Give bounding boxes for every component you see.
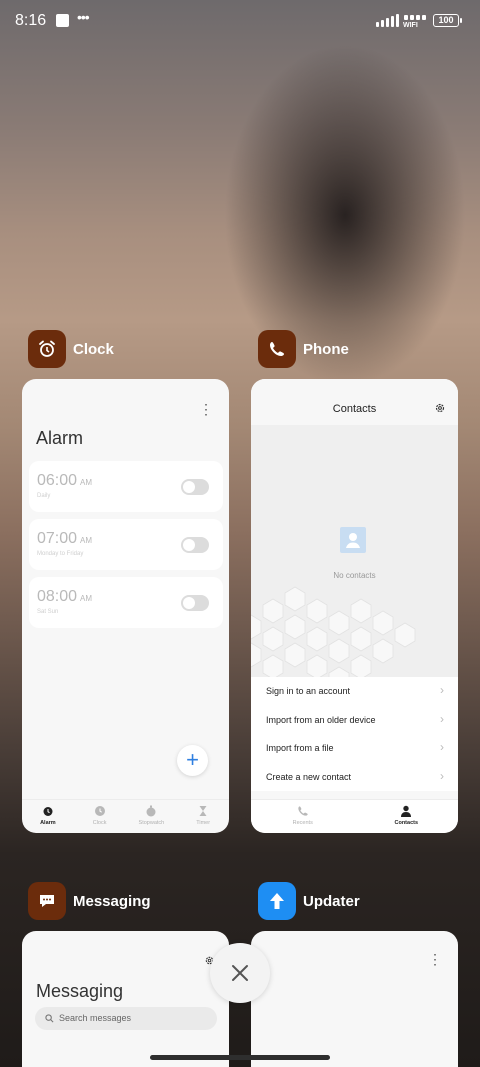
- home-gesture-bar[interactable]: [150, 1055, 330, 1060]
- wifi-label: WIFI: [403, 22, 418, 29]
- clock-app-title: Clock: [73, 340, 114, 358]
- alarm-item[interactable]: 08:00 AM Sat Sun: [29, 577, 223, 628]
- more-options-icon[interactable]: ⋮: [428, 951, 442, 968]
- tab-label: Contacts: [394, 820, 419, 826]
- close-icon: [232, 965, 248, 981]
- tab-timer[interactable]: Timer: [177, 800, 229, 833]
- alarm-ampm: AM: [80, 594, 93, 603]
- tab-alarm[interactable]: Alarm: [22, 800, 74, 833]
- menu-item-import-file[interactable]: Import from a file ›: [251, 734, 458, 763]
- no-contacts-icon: [340, 527, 366, 553]
- chevron-right-icon: ›: [440, 768, 444, 783]
- close-all-apps-button[interactable]: [210, 943, 270, 1003]
- tab-label: Stopwatch: [138, 820, 165, 826]
- add-alarm-button[interactable]: +: [177, 745, 208, 776]
- clock-tab-icon: [94, 806, 105, 816]
- messaging-app-title: Messaging: [73, 892, 151, 910]
- message-icon: [28, 882, 66, 920]
- chevron-right-icon: ›: [440, 740, 444, 754]
- phone-bottom-nav: Recents Contacts: [251, 799, 458, 833]
- messaging-screen-title: Messaging: [36, 981, 124, 1001]
- search-messages-input[interactable]: Search messages: [35, 1007, 217, 1030]
- contacts-title: Contacts: [332, 403, 377, 415]
- alarm-time: 06:00: [37, 472, 78, 489]
- alarm-tab-icon: [43, 807, 53, 816]
- contacts-empty-area: No contacts: [251, 425, 458, 677]
- messaging-app-card[interactable]: Messaging Search messages: [22, 931, 229, 1067]
- tab-label: Alarm: [40, 820, 56, 826]
- clock-app-card[interactable]: ⋮ Alarm 06:00 AM Daily 07:00 AM Monday to …: [22, 379, 229, 833]
- menu-item-label: Import from an older device: [266, 714, 376, 725]
- settings-gear-icon[interactable]: [434, 402, 446, 414]
- alarm-time: 08:00: [37, 588, 78, 605]
- contacts-options-menu: Sign in to an account › Import from an o…: [251, 677, 458, 791]
- more-options-icon[interactable]: ⋮: [199, 401, 213, 418]
- alarm-item[interactable]: 07:00 AM Monday to Friday: [29, 519, 223, 570]
- menu-item-label: Create a new contact: [266, 771, 352, 782]
- menu-item-sign-in[interactable]: Sign in to an account ›: [251, 677, 458, 706]
- tab-contacts[interactable]: Contacts: [355, 800, 459, 833]
- phone-app-title: Phone: [303, 340, 349, 358]
- alarm-repeat: Sat Sun: [37, 609, 59, 615]
- person-icon: [401, 805, 412, 817]
- phone-app-header[interactable]: Phone: [258, 330, 349, 368]
- phone-app-card[interactable]: Contacts No contacts Sign in to an accou…: [251, 379, 458, 833]
- updater-app-title: Updater: [303, 892, 360, 910]
- chevron-right-icon: ›: [440, 711, 444, 726]
- wifi-icon: [404, 13, 426, 20]
- menu-item-create-contact[interactable]: Create a new contact ›: [251, 763, 458, 792]
- contacts-header: Contacts: [251, 379, 458, 425]
- status-bar: 8:16 ••• WIFI 100: [0, 0, 480, 42]
- search-placeholder: Search messages: [59, 1013, 132, 1023]
- stopwatch-tab-icon: [146, 805, 156, 817]
- tab-clock[interactable]: Clock: [74, 800, 126, 833]
- signal-strength-icon: [376, 14, 399, 27]
- alarm-toggle[interactable]: [181, 595, 209, 611]
- search-icon: [45, 1014, 54, 1023]
- update-arrow-icon: [258, 882, 296, 920]
- notification-square-icon: [56, 14, 69, 27]
- phone-icon: [258, 330, 296, 368]
- alarm-ampm: AM: [80, 536, 93, 545]
- menu-item-label: Import from a file: [266, 743, 334, 753]
- updater-app-header[interactable]: Updater: [258, 882, 360, 920]
- alarm-toggle[interactable]: [181, 537, 209, 553]
- alarm-ampm: AM: [80, 478, 93, 487]
- alarm-clock-icon: [28, 330, 66, 368]
- alarm-screen-title: Alarm: [36, 428, 84, 448]
- menu-item-label: Sign in to an account: [266, 686, 351, 696]
- hexagon-pattern-decoration: [251, 586, 416, 677]
- chevron-right-icon: ›: [440, 683, 444, 697]
- no-contacts-text: No contacts: [333, 571, 376, 580]
- tab-label: Clock: [92, 820, 107, 826]
- alarm-repeat: Monday to Friday: [37, 551, 84, 557]
- tab-label: Recents: [292, 820, 313, 826]
- alarm-item[interactable]: 06:00 AM Daily: [29, 461, 223, 512]
- phone-recents-icon: [298, 806, 308, 816]
- messaging-app-header[interactable]: Messaging: [28, 882, 151, 920]
- tab-recents[interactable]: Recents: [251, 800, 355, 833]
- more-notifications-icon: •••: [77, 9, 90, 25]
- menu-item-import-older-device[interactable]: Import from an older device ›: [251, 706, 458, 735]
- tab-stopwatch[interactable]: Stopwatch: [126, 800, 178, 833]
- clock-app-header[interactable]: Clock: [28, 330, 114, 368]
- alarm-repeat: Daily: [37, 493, 51, 499]
- battery-icon: 100: [433, 14, 462, 27]
- alarm-time: 07:00: [37, 530, 78, 547]
- clock-bottom-nav: Alarm Clock Stopwatch Timer: [22, 799, 229, 833]
- tab-label: Timer: [196, 820, 211, 826]
- hourglass-tab-icon: [199, 806, 207, 816]
- updater-app-card[interactable]: ⋮: [251, 931, 458, 1067]
- status-time: 8:16: [15, 12, 47, 29]
- alarm-toggle[interactable]: [181, 479, 209, 495]
